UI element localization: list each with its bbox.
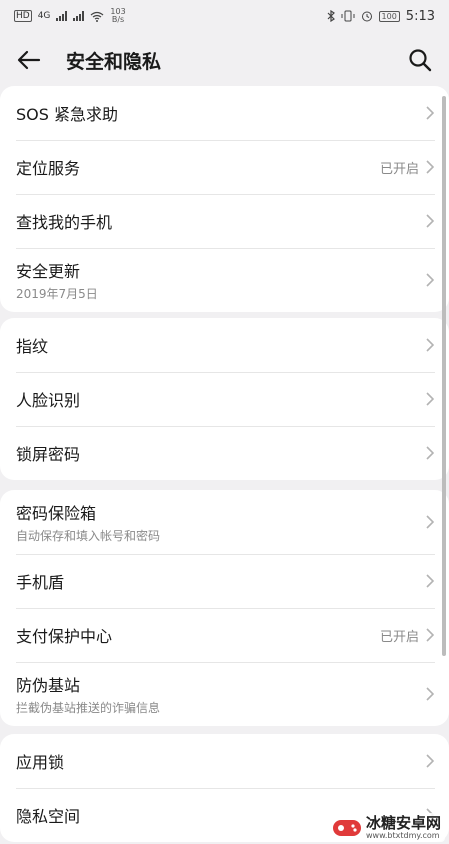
settings-group-1: SOS 紧急求助 定位服务 已开启 查找我的手机 安全更新 2019年7月5日 <box>0 86 449 312</box>
setting-subtitle: 2019年7月5日 <box>16 287 98 301</box>
setting-find-my-phone[interactable]: 查找我的手机 <box>0 194 449 248</box>
chevron-right-icon <box>425 573 435 589</box>
wifi-icon <box>90 11 104 22</box>
setting-subtitle: 拦截伪基站推送的诈骗信息 <box>16 701 161 715</box>
status-left: HD 4G 103 B/s <box>14 8 126 24</box>
setting-label: 支付保护中心 <box>16 627 113 646</box>
bluetooth-icon <box>327 10 335 22</box>
setting-label: 应用锁 <box>16 753 65 772</box>
chevron-right-icon <box>425 272 435 288</box>
setting-label: 定位服务 <box>16 159 81 178</box>
page-title: 安全和隐私 <box>66 50 162 73</box>
setting-label: 防伪基站 <box>16 676 81 695</box>
chevron-right-icon <box>425 105 435 121</box>
setting-app-lock[interactable]: 应用锁 <box>0 734 449 788</box>
setting-face-recognition[interactable]: 人脸识别 <box>0 372 449 426</box>
setting-label: 安全更新 <box>16 262 81 281</box>
setting-label: 查找我的手机 <box>16 213 113 232</box>
chevron-right-icon <box>425 337 435 353</box>
battery-percent: 100 <box>381 11 397 21</box>
setting-sos[interactable]: SOS 紧急求助 <box>0 86 449 140</box>
alarm-icon <box>361 11 372 22</box>
back-button[interactable] <box>14 45 44 75</box>
setting-label: SOS 紧急求助 <box>16 105 118 124</box>
setting-label: 锁屏密码 <box>16 445 81 464</box>
watermark-title: 冰糖安卓网 <box>365 814 441 832</box>
chevron-right-icon <box>425 514 435 530</box>
setting-label: 密码保险箱 <box>16 504 97 523</box>
scrollbar[interactable] <box>442 96 446 656</box>
chevron-right-icon <box>425 159 435 175</box>
vibrate-icon <box>341 10 355 22</box>
search-icon <box>409 49 432 72</box>
game-controller-icon <box>332 819 361 836</box>
setting-security-update[interactable]: 安全更新 2019年7月5日 <box>0 248 449 312</box>
watermark-logo: 冰糖安卓网 www.btxtdmy.com <box>327 813 445 842</box>
search-button[interactable] <box>405 45 435 75</box>
network-label: 4G <box>37 11 51 21</box>
setting-fake-base-station[interactable]: 防伪基站 拦截伪基站推送的诈骗信息 <box>0 662 449 726</box>
chevron-right-icon <box>425 213 435 229</box>
status-bar: HD 4G 103 B/s 100 5:13 <box>0 0 449 32</box>
signal-icon-2 <box>73 11 85 21</box>
chevron-right-icon <box>425 391 435 407</box>
sim-icon: HD <box>14 10 32 22</box>
battery-icon: 100 <box>378 10 400 22</box>
watermark-url: www.btxtdmy.com <box>365 831 440 840</box>
status-right: 100 5:13 <box>327 9 435 24</box>
network-speed: 103 B/s <box>110 8 125 24</box>
arrow-left-icon <box>17 50 41 70</box>
signal-icon <box>56 11 68 21</box>
setting-phone-shield[interactable]: 手机盾 <box>0 554 449 608</box>
chevron-right-icon <box>425 445 435 461</box>
status-text: 已开启 <box>379 161 419 177</box>
network-speed-unit: B/s <box>111 15 125 24</box>
setting-subtitle: 自动保存和填入帐号和密码 <box>16 529 161 543</box>
chevron-right-icon <box>425 753 435 769</box>
setting-location[interactable]: 定位服务 已开启 <box>0 140 449 194</box>
setting-lock-screen-password[interactable]: 锁屏密码 <box>0 426 449 480</box>
settings-group-3: 密码保险箱 自动保存和填入帐号和密码 手机盾 支付保护中心 已开启 防伪基站 拦… <box>0 490 449 726</box>
setting-label: 指纹 <box>16 337 49 356</box>
settings-group-2: 指纹 人脸识别 锁屏密码 <box>0 318 449 480</box>
app-header: 安全和隐私 <box>0 32 449 88</box>
chevron-right-icon <box>425 627 435 643</box>
status-text: 已开启 <box>379 629 419 645</box>
setting-label: 手机盾 <box>16 573 65 592</box>
chevron-right-icon <box>425 686 435 702</box>
setting-label: 人脸识别 <box>16 391 81 410</box>
setting-payment-protection[interactable]: 支付保护中心 已开启 <box>0 608 449 662</box>
status-time: 5:13 <box>405 8 435 24</box>
setting-fingerprint[interactable]: 指纹 <box>0 318 449 372</box>
setting-password-vault[interactable]: 密码保险箱 自动保存和填入帐号和密码 <box>0 490 449 554</box>
